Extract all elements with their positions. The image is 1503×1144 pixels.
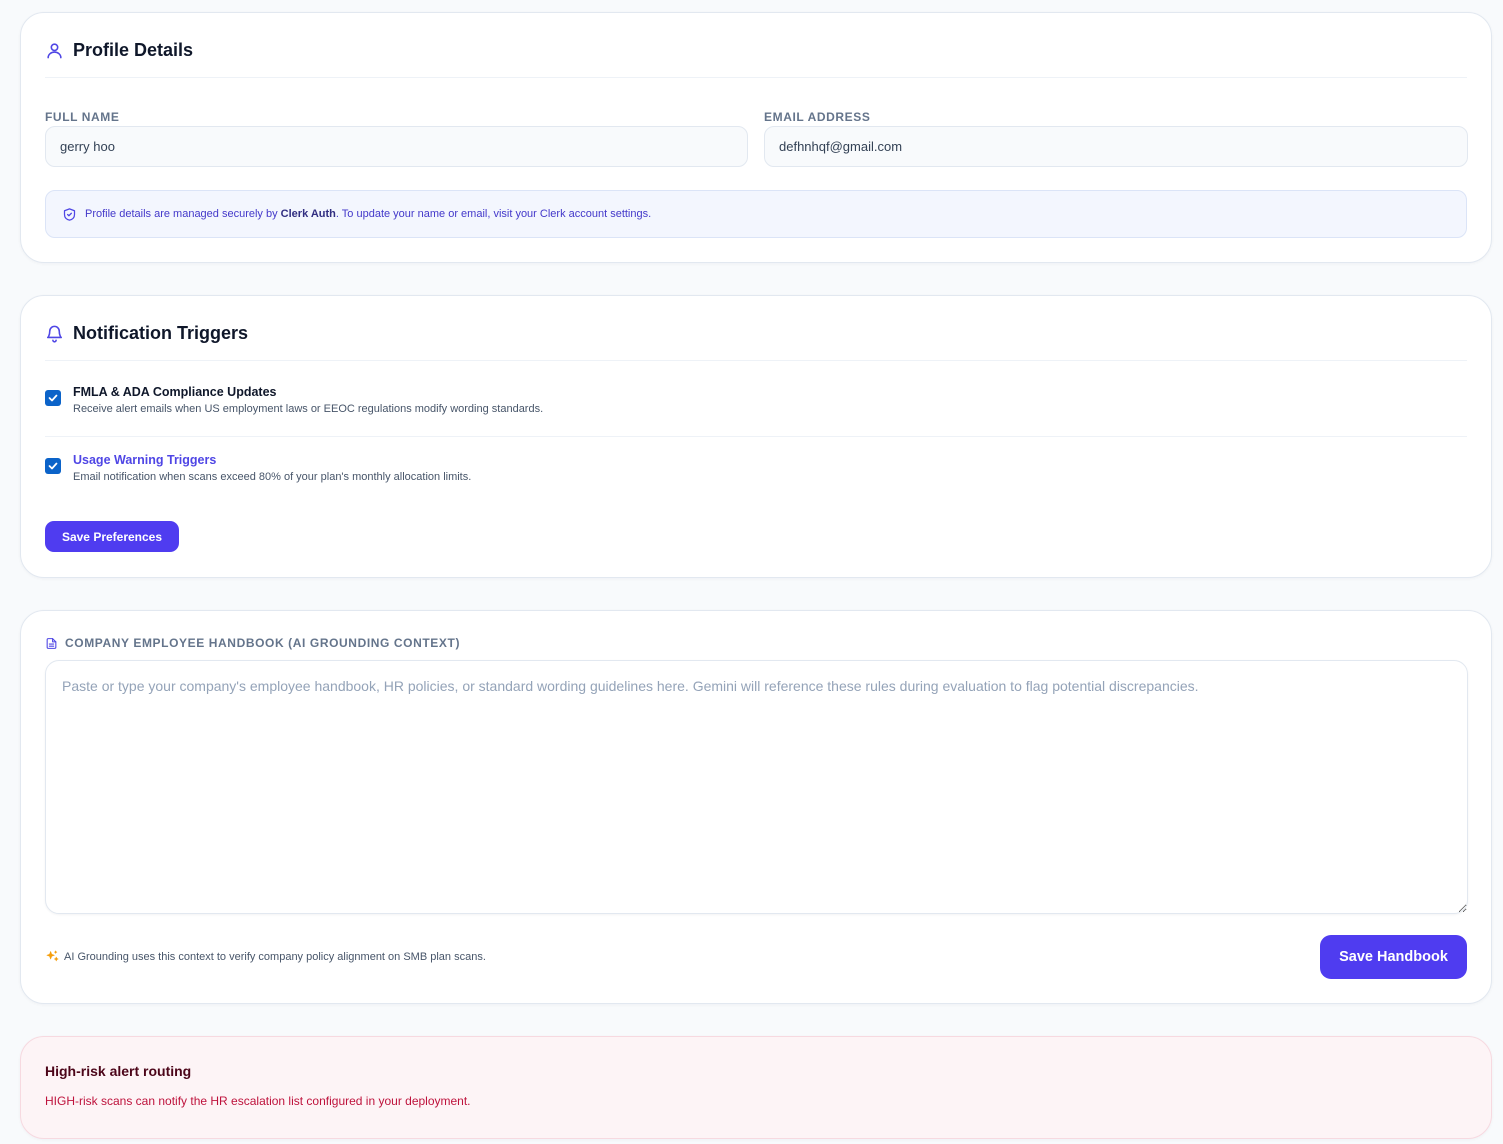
email-address-label: EMAIL ADDRESS: [764, 110, 871, 124]
usage-warning-checkbox[interactable]: [45, 458, 61, 474]
email-address-input[interactable]: [764, 126, 1468, 167]
check-icon: [48, 394, 58, 402]
check-icon: [48, 462, 58, 470]
profile-details-header: Profile Details: [45, 13, 1467, 78]
clerk-auth-info: Profile details are managed securely by …: [45, 190, 1467, 238]
trigger-compliance-updates: FMLA & ADA Compliance Updates Receive al…: [45, 385, 1467, 415]
document-icon: [45, 637, 58, 650]
bell-icon: [45, 324, 64, 343]
compliance-updates-title: FMLA & ADA Compliance Updates: [73, 385, 277, 399]
full-name-input[interactable]: [45, 126, 748, 167]
compliance-updates-description: Receive alert emails when US employment …: [73, 403, 544, 415]
sparkles-icon: [45, 949, 60, 964]
profile-details-title: Profile Details: [73, 39, 194, 60]
ai-grounding-note-text: AI Grounding uses this context to verify…: [64, 950, 486, 963]
compliance-updates-checkbox[interactable]: [45, 390, 61, 406]
user-icon: [45, 41, 64, 60]
profile-details-card: Profile Details FULL NAME EMAIL ADDRESS …: [20, 12, 1492, 263]
notification-triggers-title: Notification Triggers: [73, 322, 249, 343]
notification-triggers-card: Notification Triggers FMLA & ADA Complia…: [20, 295, 1492, 578]
usage-warning-description: Email notification when scans exceed 80%…: [73, 471, 472, 483]
clerk-auth-info-text: Profile details are managed securely by …: [85, 208, 652, 220]
employee-handbook-label-text: COMPANY EMPLOYEE HANDBOOK (AI GROUNDING …: [65, 636, 461, 650]
full-name-label: FULL NAME: [45, 110, 120, 124]
save-handbook-button[interactable]: Save Handbook: [1320, 935, 1467, 979]
high-risk-alert-title: High-risk alert routing: [45, 1063, 192, 1079]
employee-handbook-card: COMPANY EMPLOYEE HANDBOOK (AI GROUNDING …: [20, 610, 1492, 1004]
shield-check-icon: [62, 207, 77, 222]
save-preferences-button[interactable]: Save Preferences: [45, 521, 179, 552]
high-risk-alert-card: High-risk alert routing HIGH-risk scans …: [20, 1036, 1492, 1139]
employee-handbook-label: COMPANY EMPLOYEE HANDBOOK (AI GROUNDING …: [45, 636, 460, 650]
notification-triggers-header: Notification Triggers: [45, 296, 1467, 361]
trigger-divider: [45, 436, 1467, 437]
clerk-auth-brand: Clerk Auth: [280, 208, 336, 220]
employee-handbook-textarea[interactable]: [45, 660, 1468, 914]
ai-grounding-note: AI Grounding uses this context to verify…: [45, 949, 486, 964]
trigger-usage-warning: Usage Warning Triggers Email notificatio…: [45, 453, 1467, 483]
usage-warning-title: Usage Warning Triggers: [73, 453, 217, 467]
high-risk-alert-description: HIGH-risk scans can notify the HR escala…: [45, 1094, 471, 1108]
